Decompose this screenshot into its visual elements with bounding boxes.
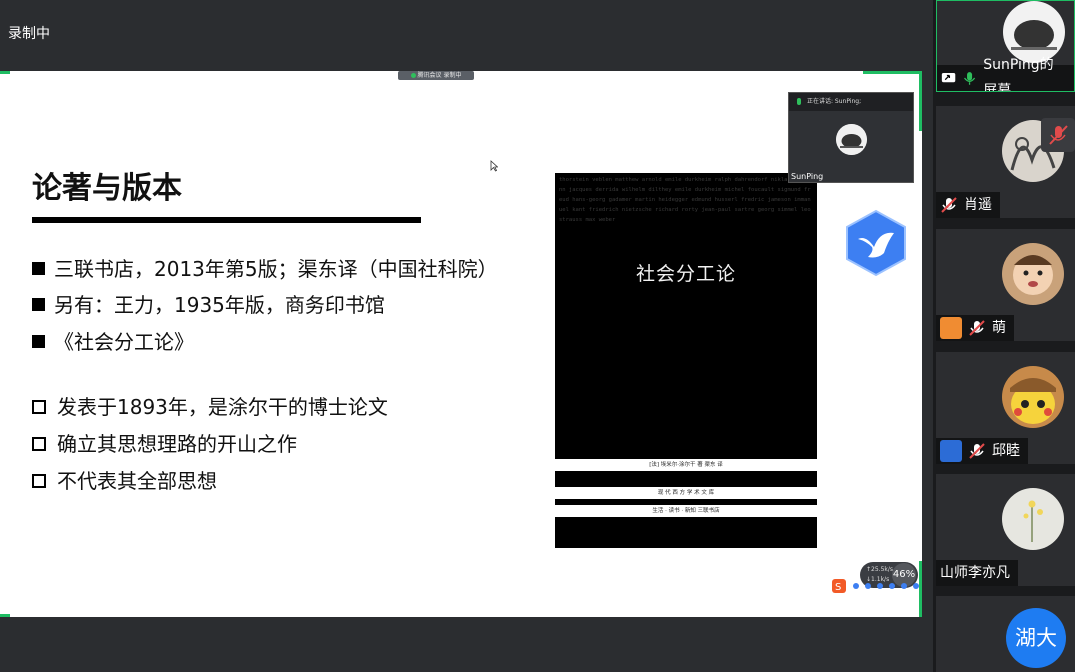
participant-tile[interactable]: SunPing的屏幕 — [936, 0, 1075, 92]
book-cover-image: thorstein veblen matthew arnold emile du… — [555, 173, 817, 548]
participant-label: 山师李亦凡 — [936, 560, 1018, 586]
mouse-cursor-icon — [490, 160, 498, 172]
person-icon — [940, 317, 962, 339]
person-icon — [940, 440, 962, 462]
bullet-list: 三联书店，2013年第5版；渠东译（中国社科院） 另有：王力，1935年版，商务… — [32, 256, 512, 494]
mic-icon — [797, 98, 801, 105]
hollow-square-bullet-icon — [32, 474, 46, 488]
participant-label: 肖遥 — [936, 192, 1000, 218]
avatar — [836, 124, 867, 155]
avatar — [1002, 243, 1064, 305]
bullet-text: 另有：王力，1935年版，商务印书馆 — [54, 293, 385, 317]
title-bar: 录制中 — [0, 0, 922, 70]
bullet-text: 三联书店，2013年第5版；渠东译（中国社科院） — [54, 257, 498, 281]
presenter-name: SunPing — [791, 172, 824, 181]
avatar — [1002, 488, 1064, 550]
share-border-edge — [0, 614, 10, 617]
participant-tile[interactable]: 湖大 — [936, 596, 1075, 672]
slide-title: 论著与版本 — [32, 171, 182, 206]
hollow-square-bullet-icon — [32, 400, 46, 414]
share-border-edge — [0, 71, 10, 74]
participant-tile[interactable]: 山师李亦凡 — [936, 474, 1075, 586]
screen-share-icon — [941, 72, 956, 83]
bullet-item: 发表于1893年，是涂尔干的博士论文 — [32, 394, 512, 420]
bullet-text: 《社会分工论》 — [54, 330, 194, 354]
presenter-video-tile[interactable]: 正在讲话: SunPing; SunPing — [788, 92, 914, 183]
mic-off-icon — [969, 443, 985, 459]
square-bullet-icon — [32, 335, 45, 348]
bullet-item: 不代表其全部思想 — [32, 468, 512, 494]
square-bullet-icon — [32, 262, 45, 275]
participant-label: SunPing的屏幕 — [937, 57, 1074, 91]
svg-text:S: S — [835, 582, 841, 593]
publisher-band: 生活 · 读书 · 新知 三联书店 — [555, 505, 817, 517]
recording-label: 录制中 — [8, 26, 50, 42]
participant-name: 萌 — [992, 320, 1006, 336]
series-band: 现 代 西 方 学 术 文 库 — [555, 487, 817, 499]
participant-name: 肖遥 — [964, 197, 992, 213]
bullet-item: 《社会分工论》 — [32, 329, 512, 355]
mic-off-icon — [969, 320, 985, 336]
sharing-status-tag: 腾讯会议 录制中 — [398, 71, 474, 80]
participant-name: 邱睦 — [992, 443, 1020, 459]
participant-name: SunPing的屏幕 — [983, 57, 1054, 92]
bullet-text: 确立其思想理路的开山之作 — [57, 432, 297, 456]
bullet-item: 确立其思想理路的开山之作 — [32, 431, 512, 457]
participant-tile[interactable]: 萌 — [936, 229, 1075, 341]
square-bullet-icon — [32, 298, 45, 311]
mic-off-icon — [1049, 125, 1068, 145]
shared-screen: 论著与版本 三联书店，2013年第5版；渠东译（中国社科院） 另有：王力，193… — [0, 71, 922, 617]
participant-sidebar: SunPing的屏幕 肖遥 萌 邱睦 山师李亦凡 湖大 — [933, 0, 1075, 672]
participant-label: 萌 — [936, 315, 1014, 341]
participant-tile[interactable]: 邱睦 — [936, 352, 1075, 464]
sogou-ime-toolbar[interactable]: S — [832, 578, 922, 593]
cover-author-names: thorstein veblen matthew arnold emile du… — [559, 177, 811, 223]
mute-indicator — [1041, 118, 1075, 152]
speaking-header: 正在讲话: SunPing; — [789, 93, 913, 111]
book-title: 社会分工论 — [635, 263, 736, 285]
upload-speed: ↑25.5k/s — [866, 566, 894, 573]
share-border-edge — [919, 71, 922, 131]
mic-icon — [964, 72, 976, 85]
avatar — [1002, 366, 1064, 428]
title-underline — [32, 217, 421, 223]
share-border-edge — [863, 71, 922, 74]
bullet-text: 不代表其全部思想 — [57, 469, 217, 493]
bullet-text: 发表于1893年，是涂尔干的博士论文 — [57, 395, 388, 419]
status-dot-icon — [410, 73, 416, 78]
participant-tile[interactable]: 肖遥 — [936, 106, 1075, 218]
participant-label: 邱睦 — [936, 438, 1028, 464]
tencent-meeting-logo — [844, 209, 908, 281]
participant-name: 山师李亦凡 — [940, 565, 1010, 581]
avatar: 湖大 — [1006, 608, 1066, 668]
mic-off-icon — [941, 197, 957, 213]
author-band: [法] 埃米尔·涂尔干 著 渠东 译 — [555, 459, 817, 471]
hollow-square-bullet-icon — [32, 437, 46, 451]
bullet-item: 另有：王力，1935年版，商务印书馆 — [32, 292, 512, 318]
bullet-item: 三联书店，2013年第5版；渠东译（中国社科院） — [32, 256, 512, 282]
